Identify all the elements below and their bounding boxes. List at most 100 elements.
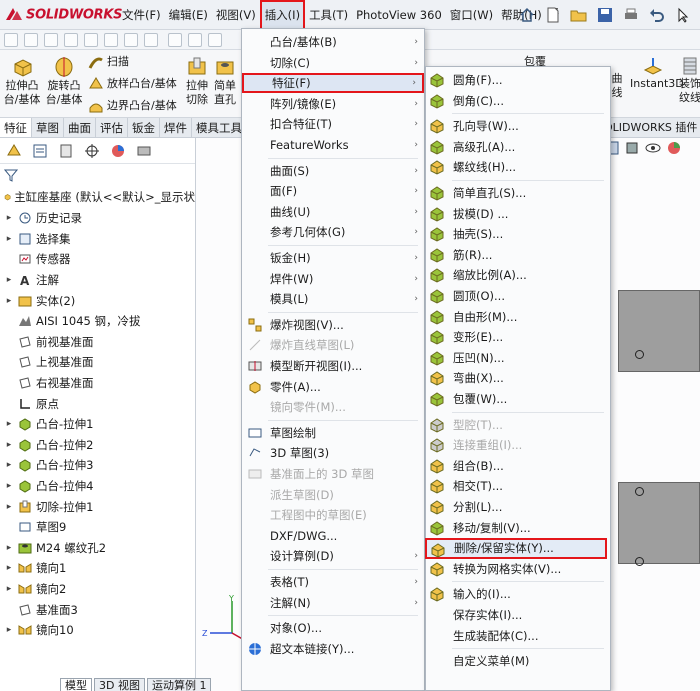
insert-menu-item[interactable]: 切除(C) › (242, 53, 424, 73)
menu-item-delete-keep-body-highlighted[interactable]: 删除/保留实体(Y)... (425, 538, 607, 559)
part-face-lower[interactable] (618, 482, 700, 566)
features-menu-item[interactable]: 生成装配体(C)... (426, 626, 610, 647)
expand-arrow-icon[interactable]: ▸ (4, 563, 14, 573)
tree-item[interactable]: ▸ 选择集 (0, 229, 195, 250)
app-logo[interactable]: SOLIDWORKS (4, 6, 122, 24)
insert-menu-item[interactable]: 表格(T) › (242, 572, 424, 592)
toolbar-icon[interactable] (144, 33, 158, 47)
property-manager-icon[interactable] (30, 141, 50, 161)
menu-window[interactable]: 窗口(W) (446, 0, 497, 30)
features-menu-item[interactable]: 弯曲(X)... (426, 368, 610, 389)
menu-insert[interactable]: 插入(I) (259, 0, 306, 30)
insert-menu-item[interactable]: 对象(O)... (242, 618, 424, 638)
tree-item[interactable]: ▸ M24 螺纹孔2 (0, 538, 195, 559)
features-menu-item[interactable]: 圆顶(O)... (426, 286, 610, 307)
tree-item[interactable]: 上视基准面 (0, 352, 195, 373)
tree-item[interactable]: ▸ 凸台-拉伸1 (0, 414, 195, 435)
features-menu-item[interactable]: 自定义菜单(M) (426, 651, 610, 672)
insert-menu-item[interactable]: 阵列/镜像(E) › (242, 94, 424, 114)
insert-menu-item[interactable]: 曲线(U) › (242, 202, 424, 222)
filter-bar[interactable] (0, 164, 195, 186)
tree-item[interactable]: 基准面3 (0, 599, 195, 620)
features-menu-item[interactable]: 螺纹线(H)... (426, 157, 610, 178)
features-menu-item[interactable]: 缩放比例(A)... (426, 265, 610, 286)
insert-menu-item[interactable]: 模型断开视图(I)... (242, 356, 424, 376)
tree-item[interactable]: 右视基准面 (0, 373, 195, 394)
sweep-button[interactable]: 扫描 (88, 52, 129, 72)
tree-item[interactable]: ▸ 凸台-拉伸3 (0, 455, 195, 476)
toolbar-icon[interactable] (168, 33, 182, 47)
insert-menu-item[interactable]: 设计算例(D) › (242, 546, 424, 566)
insert-menu-item[interactable]: 模具(L) › (242, 289, 424, 309)
features-menu-item[interactable]: 组合(B)... (426, 456, 610, 477)
toolbar-icon[interactable] (104, 33, 118, 47)
expand-arrow-icon[interactable]: ▸ (4, 502, 14, 512)
insert-menu-item[interactable]: 注解(N) › (242, 593, 424, 613)
features-menu-item[interactable]: 移动/复制(V)... (426, 518, 610, 539)
insert-menu-item[interactable]: 扣合特征(T) › (242, 114, 424, 134)
instant3d-button[interactable]: Instant3D (630, 56, 684, 91)
insert-menu-item[interactable]: 参考几何体(G) › (242, 222, 424, 242)
extrude-cut-button[interactable]: 拉伸 切除 (182, 56, 212, 107)
expand-arrow-icon[interactable]: ▸ (4, 440, 14, 450)
select-arrow-icon[interactable] (671, 3, 695, 27)
tab-evaluate[interactable]: 评估 (96, 118, 128, 137)
menu-view[interactable]: 视图(V) (212, 0, 260, 30)
expand-arrow-icon[interactable]: ▸ (4, 460, 14, 470)
insert-menu-item[interactable]: 超文本链接(Y)... (242, 639, 424, 659)
features-menu-item[interactable]: 分割(L)... (426, 497, 610, 518)
insert-menu-item[interactable]: 凸台/基体(B) › (242, 32, 424, 52)
features-menu-item[interactable]: 转换为网格实体(V)... (426, 559, 610, 580)
tree-item[interactable]: ▸ 凸台-拉伸4 (0, 476, 195, 497)
tab-surfaces[interactable]: 曲面 (64, 118, 96, 137)
tree-item[interactable]: 前视基准面 (0, 332, 195, 353)
features-menu-item[interactable]: 拔模(D) ... (426, 204, 610, 225)
expand-arrow-icon[interactable]: ▸ (4, 296, 14, 306)
tab-solidworks-addins[interactable]: OLIDWORKS 插件 (604, 118, 697, 138)
appearance-icon[interactable] (666, 140, 682, 156)
toolbar-icon[interactable] (44, 33, 58, 47)
undo-icon[interactable] (645, 3, 669, 27)
tree-item[interactable]: ▸ 镜向1 (0, 558, 195, 579)
insert-menu-item[interactable]: 3D 草图(3) (242, 443, 424, 463)
tab-motion-study[interactable]: 运动算例 1 (146, 678, 212, 691)
tree-item[interactable]: ▸ 切除-拉伸1 (0, 496, 195, 517)
features-menu-item[interactable]: 变形(E)... (426, 327, 610, 348)
cosmetic-thread-button[interactable]: 装饰 纹线 (678, 56, 700, 105)
features-menu-item[interactable]: 自由形(M)... (426, 307, 610, 328)
features-menu-item[interactable]: 圆角(F)... (426, 70, 610, 91)
tree-item[interactable]: ▸ 实体(2) (0, 290, 195, 311)
expand-arrow-icon[interactable]: ▸ (4, 275, 14, 285)
menu-photoview[interactable]: PhotoView 360 (352, 0, 446, 30)
menu-item-features-highlighted[interactable]: 特征(F) › (242, 73, 424, 94)
toolbar-icon[interactable] (4, 33, 18, 47)
extrude-boss-button[interactable]: 拉伸凸 台/基体 (2, 56, 42, 107)
tab-weldments[interactable]: 焊件 (160, 118, 192, 137)
print-icon[interactable] (619, 3, 643, 27)
expand-arrow-icon[interactable]: ▸ (4, 625, 14, 635)
revolve-boss-button[interactable]: 旋转凸 台/基体 (44, 56, 84, 107)
toolbar-icon[interactable] (188, 33, 202, 47)
features-menu-item[interactable]: 保存实体(I)... (426, 605, 610, 626)
tree-item[interactable]: 草图9 (0, 517, 195, 538)
toolbar-icon[interactable] (24, 33, 38, 47)
insert-menu-item[interactable]: FeatureWorks › (242, 135, 424, 155)
insert-menu-item[interactable]: 曲面(S) › (242, 161, 424, 181)
tree-item[interactable]: ▸ 历史记录 (0, 208, 195, 229)
tab-mold-tools[interactable]: 模具工具 (192, 118, 247, 137)
part-face-upper[interactable] (618, 290, 700, 372)
simple-hole-button[interactable]: 简单 直孔 (210, 56, 240, 107)
toolbar-icon[interactable] (64, 33, 78, 47)
boundary-boss-button[interactable]: 边界凸台/基体 (88, 96, 177, 116)
menu-tools[interactable]: 工具(T) (305, 0, 352, 30)
expand-arrow-icon[interactable]: ▸ (4, 543, 14, 553)
expand-arrow-icon[interactable]: ▸ (4, 419, 14, 429)
tab-sketch[interactable]: 草图 (32, 118, 64, 137)
cam-tree-icon[interactable] (134, 141, 154, 161)
new-document-icon[interactable] (541, 3, 565, 27)
expand-arrow-icon[interactable]: ▸ (4, 584, 14, 594)
home-icon[interactable] (515, 3, 539, 27)
tree-item[interactable]: 原点 (0, 393, 195, 414)
features-menu-item[interactable]: 孔向导(W)... (426, 116, 610, 137)
toolbar-icon[interactable] (84, 33, 98, 47)
